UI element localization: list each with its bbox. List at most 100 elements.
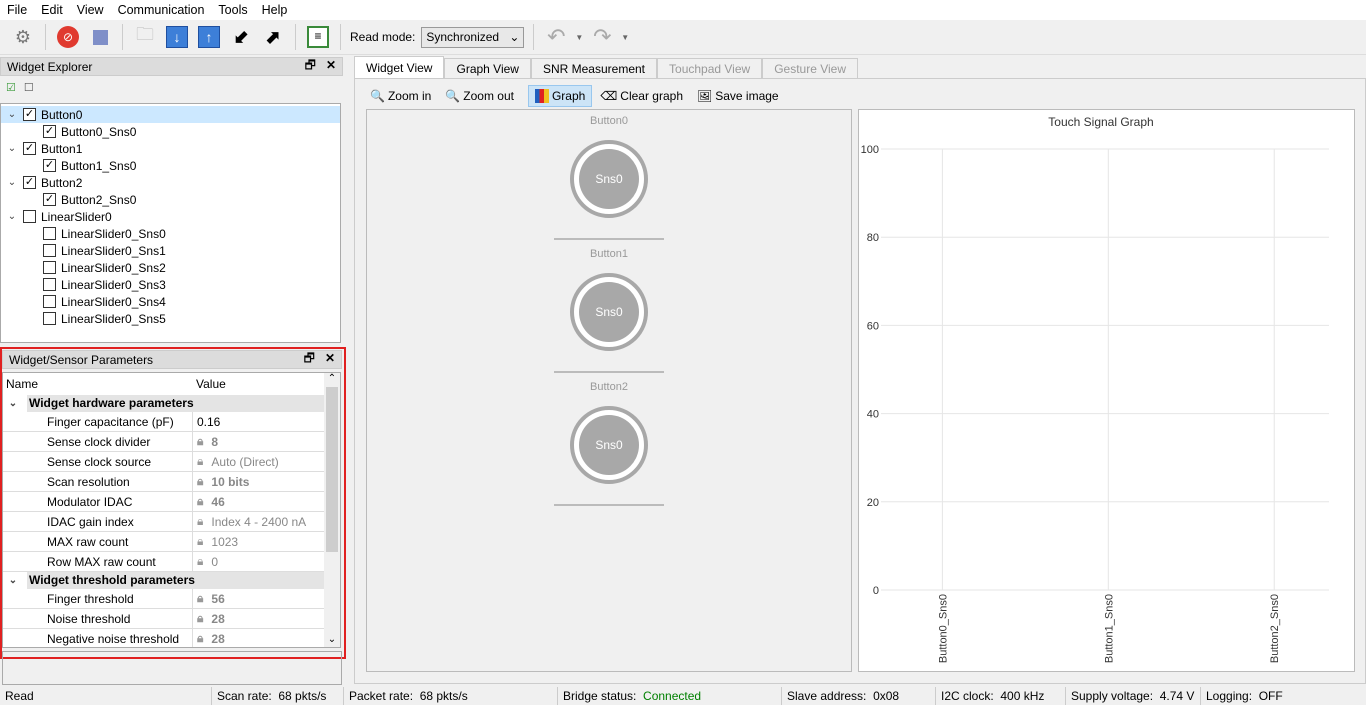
menu-help[interactable]: Help xyxy=(255,3,295,17)
tree-item[interactable]: LinearSlider0_Sns1 xyxy=(1,242,340,259)
open-folder-icon[interactable]: 🗀 xyxy=(132,24,158,50)
param-row[interactable]: Negative noise threshold 🔒︎ 28 xyxy=(3,629,325,647)
tab-snr-measurement[interactable]: SNR Measurement xyxy=(530,58,658,79)
chevron-down-icon[interactable]: ⌄ xyxy=(3,398,23,409)
graph-button[interactable]: Graph xyxy=(527,85,593,107)
settings-gear-icon[interactable]: ⚙ xyxy=(10,24,36,50)
scroll-down-icon[interactable]: ⌄ xyxy=(324,634,340,645)
checkbox[interactable] xyxy=(43,312,56,325)
param-value[interactable]: 🔒︎ 28 xyxy=(193,609,325,629)
param-value[interactable]: 🔒︎ Index 4 - 2400 nA xyxy=(193,512,325,532)
read-mode-select[interactable]: Synchronized ⌄ xyxy=(421,26,525,48)
param-row[interactable]: Finger capacitance (pF) 0.16 xyxy=(3,412,325,432)
param-row[interactable]: IDAC gain index 🔒︎ Index 4 - 2400 nA xyxy=(3,512,325,532)
param-row[interactable]: Modulator IDAC 🔒︎ 46 xyxy=(3,492,325,512)
checkbox[interactable] xyxy=(43,278,56,291)
undock-icon[interactable]: 🗗 xyxy=(305,58,316,72)
checkbox[interactable] xyxy=(43,227,56,240)
tree-item[interactable]: LinearSlider0_Sns0 xyxy=(1,225,340,242)
button-widget[interactable]: Sns0 xyxy=(570,140,648,218)
check-all-icon[interactable]: ☑ xyxy=(6,81,16,94)
button-widget[interactable]: Sns0 xyxy=(570,273,648,351)
tree-item[interactable]: LinearSlider0_Sns2 xyxy=(1,259,340,276)
checkbox[interactable]: ✓ xyxy=(23,108,36,121)
menu-file[interactable]: File xyxy=(0,3,34,17)
close-icon[interactable]: ✕ xyxy=(325,351,335,365)
column-header-value[interactable]: Value xyxy=(193,377,226,391)
param-value[interactable]: 🔒︎ 8 xyxy=(193,432,325,452)
checkbox[interactable]: ✓ xyxy=(43,193,56,206)
param-row[interactable]: Sense clock source 🔒︎ Auto (Direct) xyxy=(3,452,325,472)
param-row[interactable]: MAX raw count 🔒︎ 1023 xyxy=(3,532,325,552)
checkbox[interactable] xyxy=(43,261,56,274)
params-scrollbar[interactable]: ⌃ ⌄ xyxy=(324,373,340,647)
upload-icon[interactable]: ↑ xyxy=(196,24,222,50)
stop-icon[interactable] xyxy=(87,24,113,50)
save-image-button[interactable]: 🖼 Save image xyxy=(691,85,785,107)
checkbox[interactable]: ✓ xyxy=(23,142,36,155)
param-value[interactable]: 🔒︎ Auto (Direct) xyxy=(193,452,325,472)
undo-dropdown-icon[interactable]: ▼ xyxy=(575,33,583,42)
undock-icon[interactable]: 🗗 xyxy=(304,351,315,365)
tree-item[interactable]: ⌄ LinearSlider0 xyxy=(1,208,340,225)
tree-item[interactable]: LinearSlider0_Sns4 xyxy=(1,293,340,310)
checkbox[interactable]: ✓ xyxy=(43,159,56,172)
tree-item[interactable]: LinearSlider0_Sns5 xyxy=(1,310,340,327)
checkbox[interactable] xyxy=(43,295,56,308)
param-value[interactable]: 🔒︎ 1023 xyxy=(193,532,325,552)
param-row[interactable]: Finger threshold 🔒︎ 56 xyxy=(3,589,325,609)
param-row[interactable]: Row MAX raw count 🔒︎ 0 xyxy=(3,552,325,572)
param-value[interactable]: 0.16 xyxy=(193,412,325,432)
param-row[interactable]: Sense clock divider 🔒︎ 8 xyxy=(3,432,325,452)
tree-item[interactable]: ✓ Button0_Sns0 xyxy=(1,123,340,140)
tree-item[interactable]: ⌄ ✓ Button1 xyxy=(1,140,340,157)
param-group[interactable]: ⌄ Widget hardware parameters xyxy=(3,395,325,412)
tree-item[interactable]: ⌄ ✓ Button2 xyxy=(1,174,340,191)
button-widget[interactable]: Sns0 xyxy=(570,406,648,484)
close-icon[interactable]: ✕ xyxy=(326,58,336,72)
param-value[interactable]: 🔒︎ 56 xyxy=(193,589,325,609)
checkbox[interactable]: ✓ xyxy=(43,125,56,138)
zoom-out-button[interactable]: 🔍 Zoom out xyxy=(439,85,520,107)
param-row[interactable]: Scan resolution 🔒︎ 10 bits xyxy=(3,472,325,492)
chevron-down-icon[interactable]: ⌄ xyxy=(3,575,23,586)
chevron-down-icon[interactable]: ⌄ xyxy=(5,211,19,222)
checkbox[interactable] xyxy=(23,210,36,223)
undo-icon[interactable]: ↶ xyxy=(543,24,569,50)
chevron-down-icon[interactable]: ⌄ xyxy=(5,109,19,120)
clear-graph-button[interactable]: ⌫ Clear graph xyxy=(594,85,689,107)
download-icon[interactable]: ↓ xyxy=(164,24,190,50)
param-value[interactable]: 🔒︎ 46 xyxy=(193,492,325,512)
chevron-down-icon[interactable]: ⌄ xyxy=(5,143,19,154)
zoom-in-button[interactable]: 🔍 Zoom in xyxy=(364,85,437,107)
export-icon[interactable]: ⬈ xyxy=(260,24,286,50)
checkbox[interactable]: ✓ xyxy=(23,176,36,189)
tab-graph-view[interactable]: Graph View xyxy=(444,58,531,79)
tree-item[interactable]: ⌄ ✓ Button0 xyxy=(1,106,340,123)
menu-view[interactable]: View xyxy=(70,3,111,17)
menu-communication[interactable]: Communication xyxy=(111,3,212,17)
param-value[interactable]: 🔒︎ 28 xyxy=(193,629,325,647)
tree-item[interactable]: LinearSlider0_Sns3 xyxy=(1,276,340,293)
scroll-up-icon[interactable]: ⌃ xyxy=(324,373,340,384)
tab-gesture-view[interactable]: Gesture View xyxy=(762,58,858,79)
tab-touchpad-view[interactable]: Touchpad View xyxy=(657,58,763,79)
redo-dropdown-icon[interactable]: ▼ xyxy=(621,33,629,42)
tree-item[interactable]: ✓ Button2_Sns0 xyxy=(1,191,340,208)
menu-edit[interactable]: Edit xyxy=(34,3,70,17)
scrollbar-thumb[interactable] xyxy=(326,387,338,552)
log-icon[interactable]: ≡ xyxy=(305,24,331,50)
param-value[interactable]: 🔒︎ 10 bits xyxy=(193,472,325,492)
import-icon[interactable]: ⬋ xyxy=(228,24,254,50)
uncheck-all-icon[interactable]: ☐ xyxy=(24,81,34,94)
checkbox[interactable] xyxy=(43,244,56,257)
tree-item[interactable]: ✓ Button1_Sns0 xyxy=(1,157,340,174)
param-row[interactable]: Noise threshold 🔒︎ 28 xyxy=(3,609,325,629)
tab-widget-view[interactable]: Widget View xyxy=(354,56,445,79)
column-header-name[interactable]: Name xyxy=(3,377,193,391)
param-group[interactable]: ⌄ Widget threshold parameters xyxy=(3,572,325,589)
chevron-down-icon[interactable]: ⌄ xyxy=(5,177,19,188)
menu-tools[interactable]: Tools xyxy=(211,3,254,17)
redo-icon[interactable]: ↷ xyxy=(589,24,615,50)
disconnect-icon[interactable]: ⊘ xyxy=(55,24,81,50)
